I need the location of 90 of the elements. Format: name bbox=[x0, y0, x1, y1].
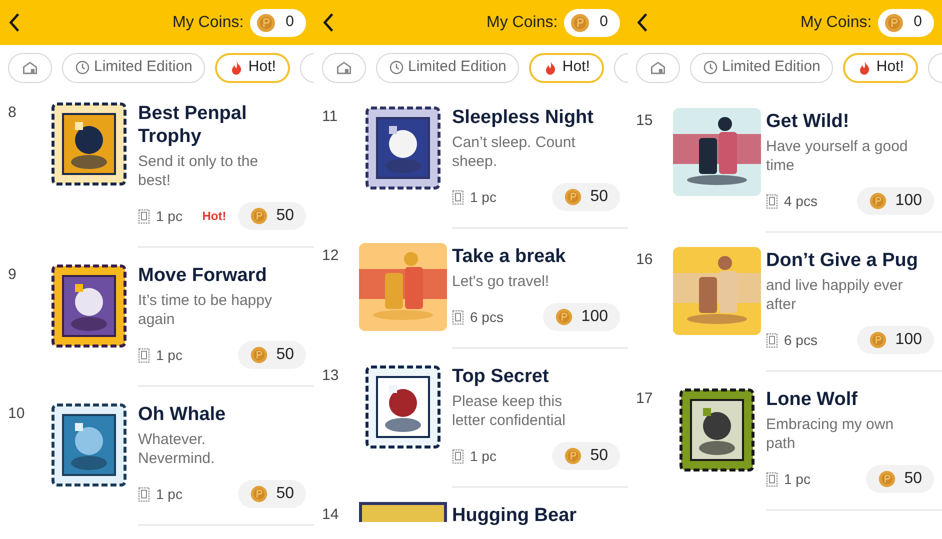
quantity-label: 1 pc bbox=[156, 346, 182, 365]
item-number: 11 bbox=[321, 107, 339, 127]
clock-icon bbox=[75, 60, 90, 75]
item-title: Hugging Bear bbox=[452, 504, 578, 527]
item-number: 13 bbox=[321, 366, 340, 386]
coin-icon bbox=[555, 308, 574, 326]
item-description: Embracing my own path bbox=[766, 415, 895, 453]
coin-count: 0 bbox=[600, 12, 608, 32]
quantity-label: 1 pc bbox=[784, 470, 810, 489]
quantity-label: 1 pc bbox=[156, 206, 182, 226]
coins-label: My Coins: bbox=[486, 12, 558, 32]
price-button[interactable]: 50 bbox=[552, 183, 620, 211]
price-button[interactable]: 50 bbox=[238, 480, 306, 508]
filter-tab[interactable]: Hot! bbox=[529, 52, 604, 82]
quantity-label: 1 pc bbox=[470, 446, 496, 466]
item-number: 10 bbox=[7, 404, 26, 424]
coin-icon bbox=[250, 207, 268, 225]
filter-tab[interactable] bbox=[636, 52, 680, 82]
stamp-icon bbox=[452, 448, 464, 464]
filter-tab[interactable] bbox=[322, 52, 366, 82]
coin-icon bbox=[570, 12, 590, 32]
coins-label: My Coins: bbox=[800, 12, 872, 32]
item-number: 12 bbox=[321, 246, 340, 266]
price-button[interactable]: 100 bbox=[857, 326, 934, 354]
item-number: 14 bbox=[321, 505, 340, 525]
stamp-icon bbox=[766, 472, 778, 486]
hot-label: Hot! bbox=[202, 208, 226, 225]
item-title: Lone Wolf bbox=[766, 388, 858, 411]
item-number: 16 bbox=[635, 250, 654, 270]
coins-label: My Coins: bbox=[172, 12, 244, 32]
item-title: Take a break bbox=[452, 245, 567, 268]
stamp-icon bbox=[452, 310, 464, 324]
item-title: Move Forward bbox=[138, 264, 268, 287]
quantity-label: 6 pcs bbox=[470, 308, 504, 327]
quantity-label: 6 pcs bbox=[784, 330, 818, 350]
price-button[interactable]: 100 bbox=[857, 187, 934, 215]
filter-tab[interactable] bbox=[8, 52, 52, 82]
stamp-icon bbox=[138, 348, 150, 362]
item-number: 15 bbox=[635, 111, 654, 131]
item-description: Can’t sleep. Count sheep. bbox=[452, 133, 576, 171]
back-icon[interactable] bbox=[322, 12, 335, 33]
quantity-label: 4 pcs bbox=[784, 192, 818, 211]
stamp-icon bbox=[766, 332, 778, 348]
coin-icon bbox=[884, 12, 904, 32]
stamp-icon bbox=[766, 194, 778, 208]
item-title: Get Wild! bbox=[766, 110, 850, 133]
price-button[interactable]: 50 bbox=[238, 341, 306, 369]
back-icon[interactable] bbox=[636, 12, 649, 33]
coin-icon bbox=[564, 447, 582, 465]
item-number: 9 bbox=[7, 265, 18, 285]
back-icon[interactable] bbox=[8, 12, 21, 33]
item-title: Don’t Give a Pug bbox=[766, 249, 920, 272]
coin-icon bbox=[878, 470, 896, 488]
item-title: Best Penpal Trophy bbox=[138, 102, 248, 148]
item-description: It’s time to be happy again bbox=[138, 291, 273, 329]
price-button[interactable]: 50 bbox=[552, 442, 620, 470]
item-title: Sleepless Night bbox=[452, 106, 594, 129]
item-title: Oh Whale bbox=[138, 403, 227, 426]
clock-icon bbox=[703, 60, 718, 75]
item-description: Have yourself a good time bbox=[766, 137, 909, 175]
coin-icon bbox=[250, 485, 268, 503]
item-description: and live happily ever after bbox=[766, 276, 904, 314]
coin-count: 0 bbox=[286, 12, 294, 32]
coin-icon bbox=[250, 346, 268, 364]
stamp-icon bbox=[452, 190, 464, 204]
filter-tab[interactable]: Hot! bbox=[843, 52, 918, 82]
quantity-label: 1 pc bbox=[156, 484, 182, 504]
clock-icon bbox=[389, 60, 404, 75]
coin-icon bbox=[564, 188, 582, 206]
price-button[interactable]: 50 bbox=[866, 465, 934, 493]
coin-icon bbox=[869, 192, 888, 210]
filter-tab[interactable]: Hot! bbox=[215, 52, 290, 82]
filter-tab[interactable]: Limited Edition bbox=[62, 52, 206, 82]
filter-tab[interactable]: Limited Edition bbox=[690, 52, 834, 82]
stamp-icon bbox=[138, 486, 150, 502]
quantity-label: 1 pc bbox=[470, 188, 496, 207]
stamp-icon bbox=[138, 208, 150, 224]
item-title: Top Secret bbox=[452, 365, 550, 388]
item-description: Send it only to the best! bbox=[138, 152, 260, 190]
price-button[interactable]: 100 bbox=[543, 303, 620, 331]
item-description: Let's go travel! bbox=[452, 272, 550, 291]
item-number: 17 bbox=[635, 389, 654, 409]
price-button[interactable]: 50 bbox=[238, 202, 306, 230]
coin-icon bbox=[256, 12, 276, 32]
filter-tab[interactable]: Limited Edition bbox=[376, 52, 520, 82]
coin-icon bbox=[869, 331, 888, 349]
item-number: 8 bbox=[7, 103, 18, 123]
coin-count: 0 bbox=[914, 12, 922, 32]
item-description: Please keep this letter confidential bbox=[452, 392, 566, 430]
item-description: Whatever. Nevermind. bbox=[138, 430, 216, 468]
